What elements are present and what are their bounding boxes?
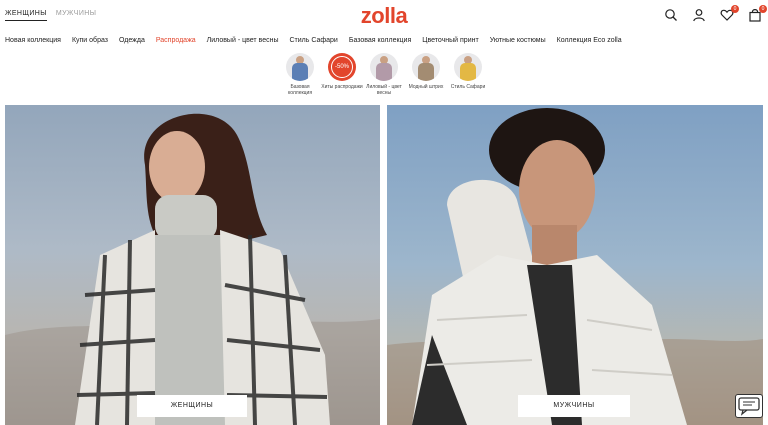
category-label: Базовая коллекция <box>287 84 313 96</box>
category-sale-hits[interactable]: -50% Хиты распродажи <box>321 53 363 96</box>
nav-item-cozy-suits[interactable]: Уютные костюмы <box>490 37 546 44</box>
category-safari[interactable]: Стиль Сафари <box>447 53 489 96</box>
category-label: Стиль Сафари <box>450 84 486 90</box>
main-nav: Новая коллекция Купи образ Одежда Распро… <box>5 37 633 44</box>
women-shop-button[interactable]: Женщины <box>137 395 247 417</box>
category-image <box>370 53 398 81</box>
cart-count-badge: 0 <box>759 5 767 13</box>
women-hero-banner[interactable]: Женщины <box>5 105 380 425</box>
category-image <box>454 53 482 81</box>
category-image <box>412 53 440 81</box>
category-image: -50% <box>328 53 356 81</box>
nav-item-safari[interactable]: Стиль Сафари <box>290 37 338 44</box>
search-icon[interactable] <box>664 8 678 22</box>
category-basic[interactable]: Базовая коллекция <box>279 53 321 96</box>
nav-item-sale[interactable]: Распродажа <box>156 37 196 44</box>
category-label: Лиловый - цвет весны <box>366 84 402 96</box>
favorites-button[interactable]: 0 <box>720 5 739 22</box>
category-label: Модный штрих <box>408 84 444 90</box>
category-fashion-touch[interactable]: Модный штрих <box>405 53 447 96</box>
favorites-count-badge: 0 <box>731 5 739 13</box>
top-bar: Женщины Мужчины zolla 0 0 <box>0 0 768 30</box>
nav-item-eco[interactable]: Коллекция Eco zolla <box>557 37 622 44</box>
nav-item-lilac[interactable]: Лиловый - цвет весны <box>207 37 279 44</box>
men-hero-banner[interactable]: Мужчины <box>387 105 763 425</box>
zolla-logo[interactable]: zolla <box>0 3 768 29</box>
sale-badge: -50% <box>331 56 353 78</box>
chat-button[interactable] <box>735 394 763 418</box>
category-lilac[interactable]: Лиловый - цвет весны <box>363 53 405 96</box>
men-hero-image <box>387 108 763 425</box>
nav-item-floral[interactable]: Цветочный принт <box>422 37 478 44</box>
user-icon[interactable] <box>692 8 706 22</box>
men-shop-button[interactable]: Мужчины <box>518 395 630 417</box>
chat-icon <box>738 397 760 416</box>
nav-item-basic[interactable]: Базовая коллекция <box>349 37 411 44</box>
category-image <box>286 53 314 81</box>
cart-button[interactable]: 0 <box>748 5 767 22</box>
nav-item-buy-look[interactable]: Купи образ <box>72 37 108 44</box>
category-label: Хиты распродажи <box>321 84 363 90</box>
women-hero-image <box>5 113 380 425</box>
nav-item-clothing[interactable]: Одежда <box>119 37 145 44</box>
nav-item-new-collection[interactable]: Новая коллекция <box>5 37 61 44</box>
category-carousel: Базовая коллекция -50% Хиты распродажи Л… <box>0 53 768 96</box>
header-actions: 0 0 <box>664 5 767 22</box>
